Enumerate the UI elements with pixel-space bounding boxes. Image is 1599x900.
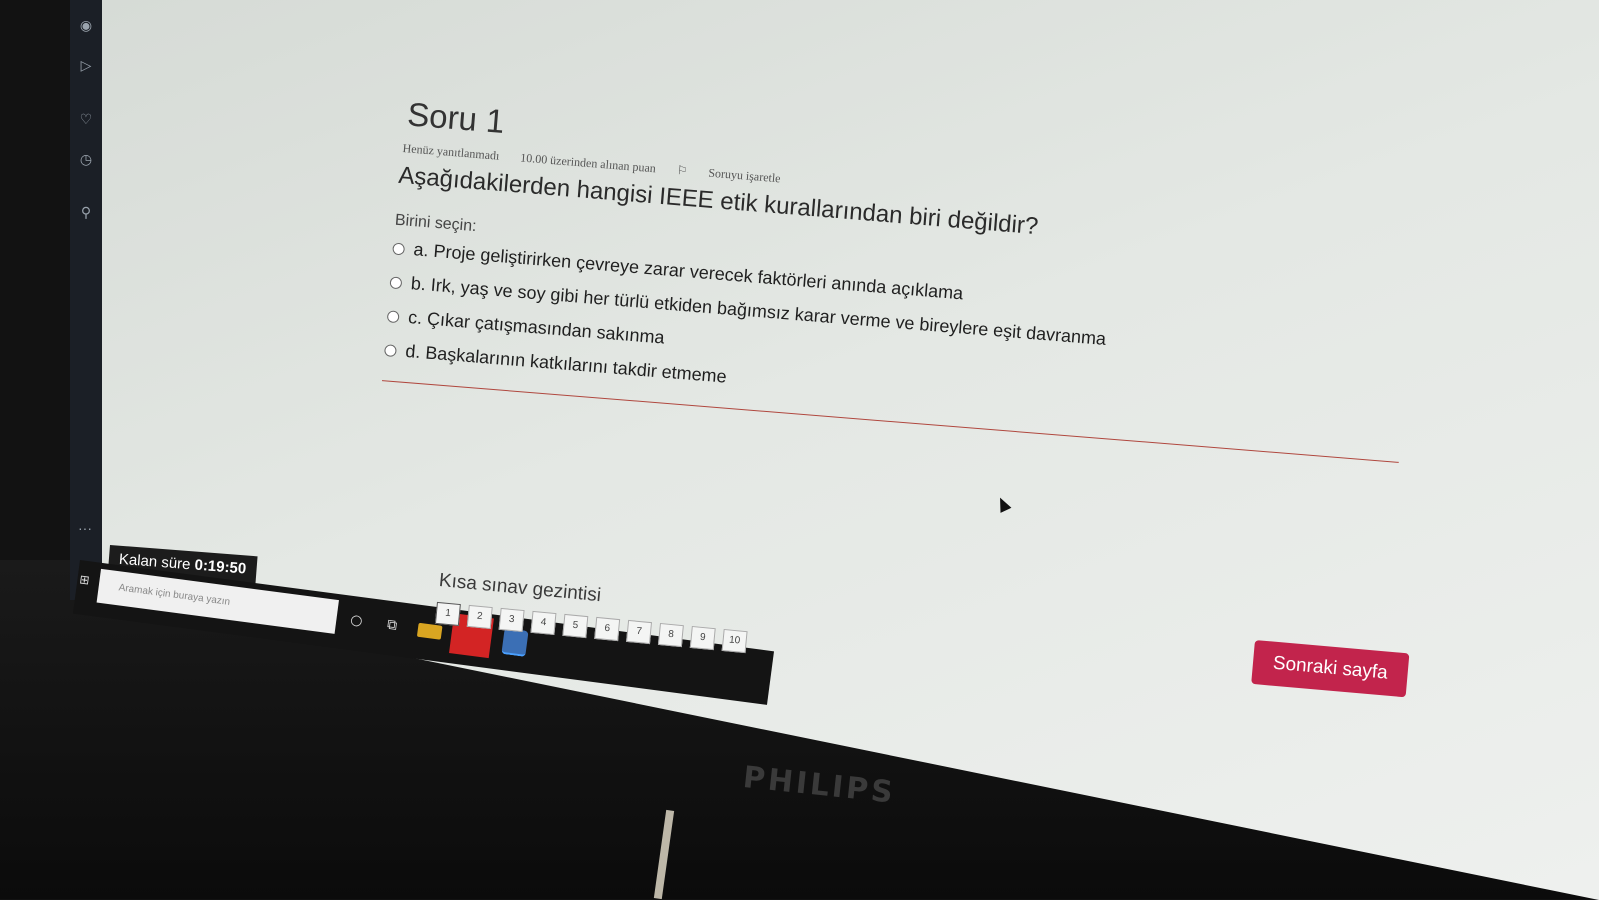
- nav-page-10[interactable]: 10: [721, 628, 748, 654]
- task-view-icon[interactable]: ⧉: [379, 612, 406, 639]
- nav-page-7[interactable]: 7: [626, 619, 653, 645]
- nav-page-5[interactable]: 5: [562, 613, 589, 639]
- radio-button[interactable]: [389, 275, 403, 289]
- nav-page-6[interactable]: 6: [594, 616, 621, 642]
- radio-button[interactable]: [392, 242, 406, 255]
- flag-icon: ⚐: [676, 163, 692, 179]
- cortana-icon[interactable]: ○: [343, 607, 370, 634]
- radio-button[interactable]: [386, 309, 400, 323]
- nav-page-9[interactable]: 9: [689, 625, 716, 651]
- file-explorer-icon[interactable]: [416, 622, 443, 640]
- windows-start-icon[interactable]: ⊞: [79, 572, 91, 587]
- nav-page-4[interactable]: 4: [530, 610, 557, 636]
- answer-option-label: c. Çıkar çatışmasından sakınma: [407, 307, 666, 348]
- question-points: 10.00 üzerinden alınan puan: [519, 150, 657, 176]
- flag-question-label: Soruyu işaretle: [707, 165, 782, 186]
- radio-button[interactable]: [384, 343, 397, 357]
- nav-page-3[interactable]: 3: [498, 607, 525, 633]
- timer-value: 0:19:50: [193, 556, 247, 578]
- question-status: Henüz yanıtlanmadı: [402, 141, 500, 163]
- flag-question-link[interactable]: ⚐ Soruyu işaretle: [676, 163, 799, 187]
- nav-page-1[interactable]: 1: [434, 601, 461, 627]
- active-app-icon[interactable]: [501, 628, 529, 657]
- nav-page-8[interactable]: 8: [657, 622, 684, 648]
- play-circle-icon[interactable]: ◉: [78, 18, 94, 34]
- browser-sidebar: ◉ ▷ ♡ ◷ ⚲ ···: [70, 0, 102, 600]
- nav-page-2[interactable]: 2: [466, 604, 493, 630]
- send-icon[interactable]: ▷: [78, 58, 94, 74]
- bulb-icon[interactable]: ⚲: [78, 205, 94, 221]
- heart-icon[interactable]: ♡: [78, 112, 94, 128]
- more-icon[interactable]: ···: [78, 520, 92, 536]
- clock-icon[interactable]: ◷: [78, 152, 94, 168]
